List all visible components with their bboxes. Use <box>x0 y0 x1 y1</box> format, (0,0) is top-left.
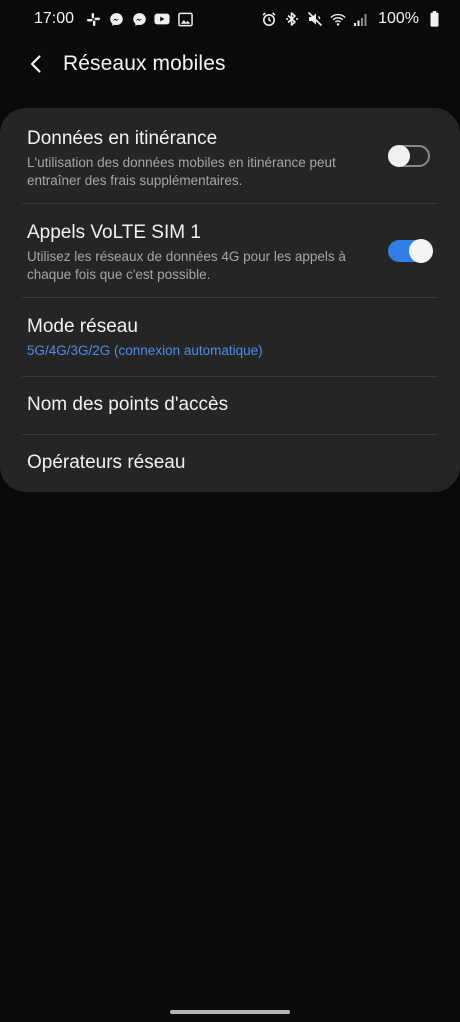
divider <box>22 434 438 435</box>
status-left: 17:00 <box>34 10 193 28</box>
roaming-toggle[interactable] <box>388 145 430 167</box>
setting-description: L'utilisation des données mobiles en iti… <box>27 155 336 188</box>
setting-access-point-names[interactable]: Nom des points d'accès <box>0 394 460 434</box>
status-bar: 17:00 100% <box>0 0 460 38</box>
setting-description: Utilisez les réseaux de données 4G pour … <box>27 249 346 282</box>
volte-toggle[interactable] <box>388 239 433 263</box>
status-time: 17:00 <box>34 10 75 27</box>
setting-volte-sim1[interactable]: Appels VoLTE SIM 1 Utilisez les réseaux … <box>0 222 460 298</box>
messenger-icon <box>131 11 147 27</box>
setting-title: Opérateurs réseau <box>27 452 186 473</box>
toggle-knob <box>388 145 410 167</box>
divider <box>22 297 438 298</box>
bluetooth-icon <box>284 11 300 27</box>
messenger-icon <box>108 11 124 27</box>
chevron-left-icon <box>30 55 41 73</box>
setting-title: Nom des points d'accès <box>27 394 229 415</box>
slack-icon <box>85 11 101 27</box>
battery-icon <box>426 11 442 27</box>
setting-network-mode[interactable]: Mode réseau 5G/4G/3G/2G (connexion autom… <box>0 316 460 376</box>
app-header: Réseaux mobiles <box>0 40 460 88</box>
status-right: 100% <box>261 10 442 28</box>
setting-value: 5G/4G/3G/2G (connexion automatique) <box>27 343 263 358</box>
mute-icon <box>307 11 323 27</box>
setting-data-roaming[interactable]: Données en itinérance L'utilisation des … <box>0 128 460 204</box>
gallery-icon <box>177 11 193 27</box>
page-title: Réseaux mobiles <box>63 52 226 75</box>
battery-percent: 100% <box>378 10 419 27</box>
setting-title: Mode réseau <box>27 316 138 337</box>
setting-network-operators[interactable]: Opérateurs réseau <box>0 452 460 492</box>
alarm-icon <box>261 11 277 27</box>
toggle-knob <box>409 239 433 263</box>
settings-card: Données en itinérance L'utilisation des … <box>0 108 460 492</box>
divider <box>22 376 438 377</box>
wifi-icon <box>330 11 346 27</box>
youtube-icon <box>154 11 170 27</box>
signal-icon <box>353 11 369 27</box>
divider <box>22 203 438 204</box>
back-button[interactable] <box>20 48 52 80</box>
home-indicator[interactable] <box>170 1010 290 1014</box>
